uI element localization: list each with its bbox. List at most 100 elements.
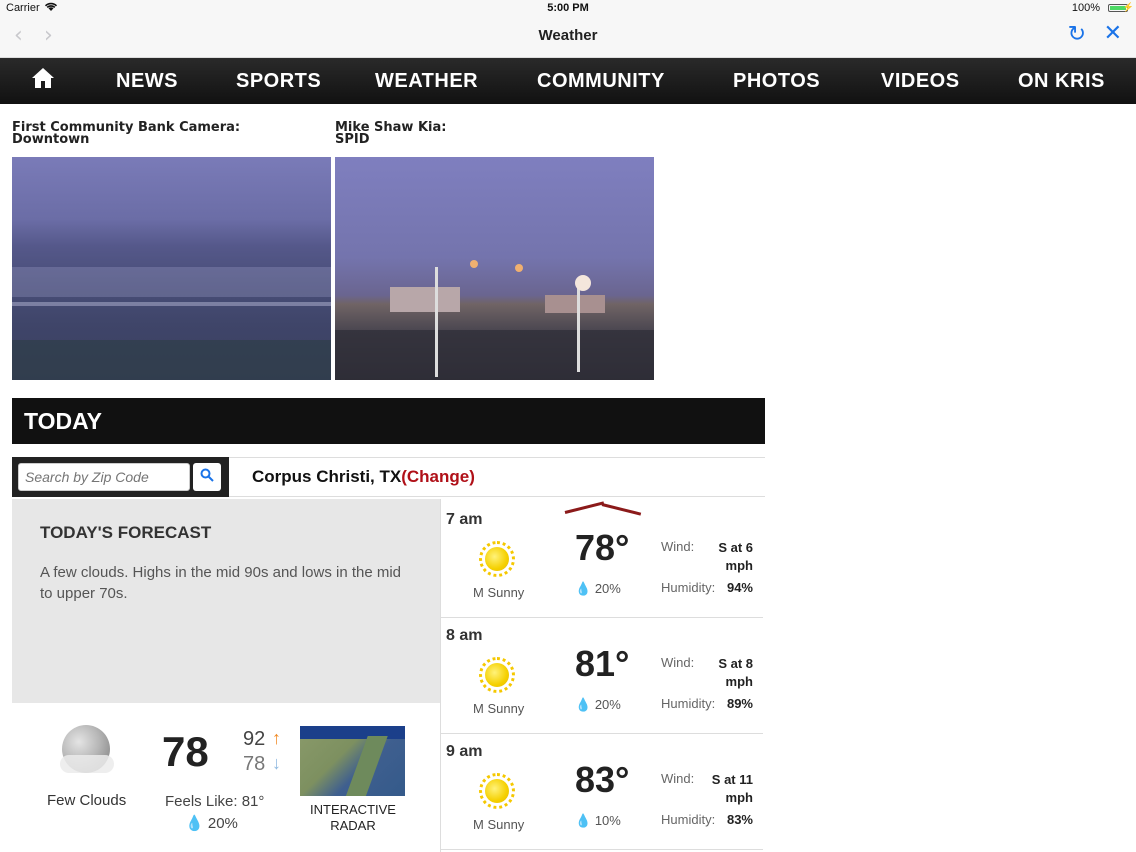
zip-search-input[interactable] xyxy=(18,463,190,491)
current-condition: Few Clouds xyxy=(47,792,127,809)
raindrop-icon: 💧 xyxy=(575,581,592,596)
zip-search xyxy=(12,457,229,497)
wind-value-line: S at 11 xyxy=(711,772,753,787)
nav-photos[interactable]: PHOTOS xyxy=(733,70,820,93)
sun-icon xyxy=(479,541,515,577)
current-precip-value: 20% xyxy=(207,815,238,832)
raindrop-icon: 💧 xyxy=(185,815,204,832)
browser-title: Weather xyxy=(538,27,598,44)
camera-light xyxy=(515,264,523,272)
humidity-value: 89% xyxy=(726,696,753,711)
hour-time: 7 am xyxy=(446,511,483,528)
close-icon[interactable]: ✕ xyxy=(1104,21,1122,46)
hour-precip: 💧 20% xyxy=(575,581,621,597)
wind-value: S at 11 mph xyxy=(703,771,753,807)
hour-condition: M Sunny xyxy=(473,585,525,600)
radar-thumbnail[interactable] xyxy=(300,726,405,796)
location-line: Corpus Christi, TX(Change) xyxy=(229,457,765,497)
radar-label[interactable]: INTERACTIVE RADAR xyxy=(298,802,408,834)
moon-cloud-icon xyxy=(60,725,114,773)
todays-forecast-panel: TODAY'S FORECAST A few clouds. Highs in … xyxy=(12,499,440,703)
battery-percent: 100% xyxy=(1071,2,1100,14)
hourly-row: 9 am M Sunny 83° 💧 10% Wind: S at 11 mph … xyxy=(441,733,763,850)
feels-like: Feels Like: 81° xyxy=(165,793,265,810)
nav-weather[interactable]: WEATHER xyxy=(375,70,478,93)
arrow-down-icon: ↓ xyxy=(272,753,281,773)
camera-water xyxy=(12,267,331,297)
humidity-value: 94% xyxy=(726,580,753,595)
camera-light xyxy=(575,275,591,291)
hour-precip-value: 10% xyxy=(594,813,621,828)
wind-value: S at 6 mph xyxy=(703,539,753,575)
high-temp: 92 xyxy=(243,728,266,750)
forecast-title: TODAY'S FORECAST xyxy=(40,523,212,542)
wind-label: Wind: xyxy=(661,655,695,670)
camera-label-line: SPID xyxy=(335,132,370,147)
camera-label-line: Downtown xyxy=(12,132,90,147)
sun-icon xyxy=(479,773,515,809)
nav-community[interactable]: COMMUNITY xyxy=(537,70,665,93)
low-temp: 78 xyxy=(243,753,266,775)
camera-building xyxy=(390,287,460,312)
current-precip: 💧 20% xyxy=(185,814,238,832)
hour-precip: 💧 10% xyxy=(575,813,621,829)
humidity-label: Humidity: xyxy=(661,696,716,711)
site-nav: NEWS SPORTS WEATHER COMMUNITY PHOTOS VID… xyxy=(0,58,1136,104)
city-name: Corpus Christi, TX xyxy=(252,467,402,486)
hour-time: 8 am xyxy=(446,627,483,644)
nav-news[interactable]: NEWS xyxy=(116,70,178,93)
wind-value-line: mph xyxy=(725,558,753,573)
hour-precip-value: 20% xyxy=(594,581,621,596)
hour-precip: 💧 20% xyxy=(575,697,621,713)
nav-on-kris[interactable]: ON KRIS xyxy=(1018,70,1105,93)
status-time: 5:00 PM xyxy=(547,2,589,14)
current-temp: 78 xyxy=(162,728,209,775)
radar-label-line: INTERACTIVE xyxy=(310,802,396,817)
reload-icon[interactable]: ↻ xyxy=(1068,22,1086,47)
sun-icon xyxy=(479,657,515,693)
hour-condition: M Sunny xyxy=(473,817,525,832)
hour-temp: 81° xyxy=(575,643,630,684)
forecast-text: A few clouds. Highs in the mid 90s and l… xyxy=(40,564,402,602)
camera-parking-lot xyxy=(335,330,654,380)
hourly-row: 7 am M Sunny 78° 💧 20% Wind: S at 6 mph H… xyxy=(441,501,763,618)
today-heading: TODAY xyxy=(12,398,765,444)
radar-header xyxy=(300,726,405,739)
hour-temp: 78° xyxy=(575,527,630,568)
arrow-up-icon: ↑ xyxy=(272,728,281,748)
search-icon[interactable] xyxy=(193,463,221,491)
camera-label-downtown: First Community Bank Camera: Downtown xyxy=(12,121,240,147)
camera-light-pole xyxy=(577,282,580,372)
camera-label-spid: Mike Shaw Kia: SPID xyxy=(335,121,446,147)
camera-image-downtown[interactable] xyxy=(12,157,331,380)
browser-toolbar: ‹ › Weather ↻ ✕ xyxy=(0,17,1136,58)
camera-building xyxy=(545,295,605,313)
home-icon[interactable] xyxy=(0,67,86,95)
change-location-link[interactable]: (Change) xyxy=(401,467,475,486)
raindrop-icon: 💧 xyxy=(575,813,592,828)
wind-value: S at 8 mph xyxy=(703,655,753,691)
humidity-label: Humidity: xyxy=(661,580,716,595)
radar-label-line: RADAR xyxy=(330,818,376,833)
camera-light-pole xyxy=(435,267,438,377)
hour-condition: M Sunny xyxy=(473,701,525,716)
hour-temp: 83° xyxy=(575,759,630,800)
wind-label: Wind: xyxy=(661,771,695,786)
wind-value-line: mph xyxy=(725,674,753,689)
charging-icon: ⚡ xyxy=(1122,2,1134,12)
hour-time: 9 am xyxy=(446,743,483,760)
nav-videos[interactable]: VIDEOS xyxy=(881,70,960,93)
location-city: Corpus Christi, TX(Change) xyxy=(252,467,475,487)
humidity-value: 83% xyxy=(726,812,753,827)
hourly-row: 8 am M Sunny 81° 💧 20% Wind: S at 8 mph H… xyxy=(441,617,763,734)
camera-light xyxy=(470,260,478,268)
humidity-label: Humidity: xyxy=(661,812,716,827)
wind-label: Wind: xyxy=(661,539,695,554)
wind-value-line: S at 8 xyxy=(718,656,753,671)
camera-image-spid[interactable] xyxy=(335,157,654,380)
status-bar: Carrier 5:00 PM 100% ⚡ xyxy=(0,0,1136,17)
nav-sports[interactable]: SPORTS xyxy=(236,70,321,93)
camera-foreground xyxy=(12,340,331,380)
raindrop-icon: 💧 xyxy=(575,697,592,712)
wind-value-line: S at 6 xyxy=(718,540,753,555)
